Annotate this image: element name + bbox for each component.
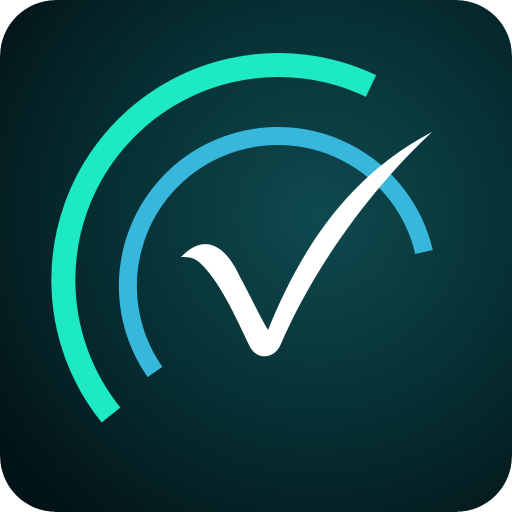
app-icon-graphic (0, 0, 512, 512)
app-icon-tile (0, 0, 512, 512)
